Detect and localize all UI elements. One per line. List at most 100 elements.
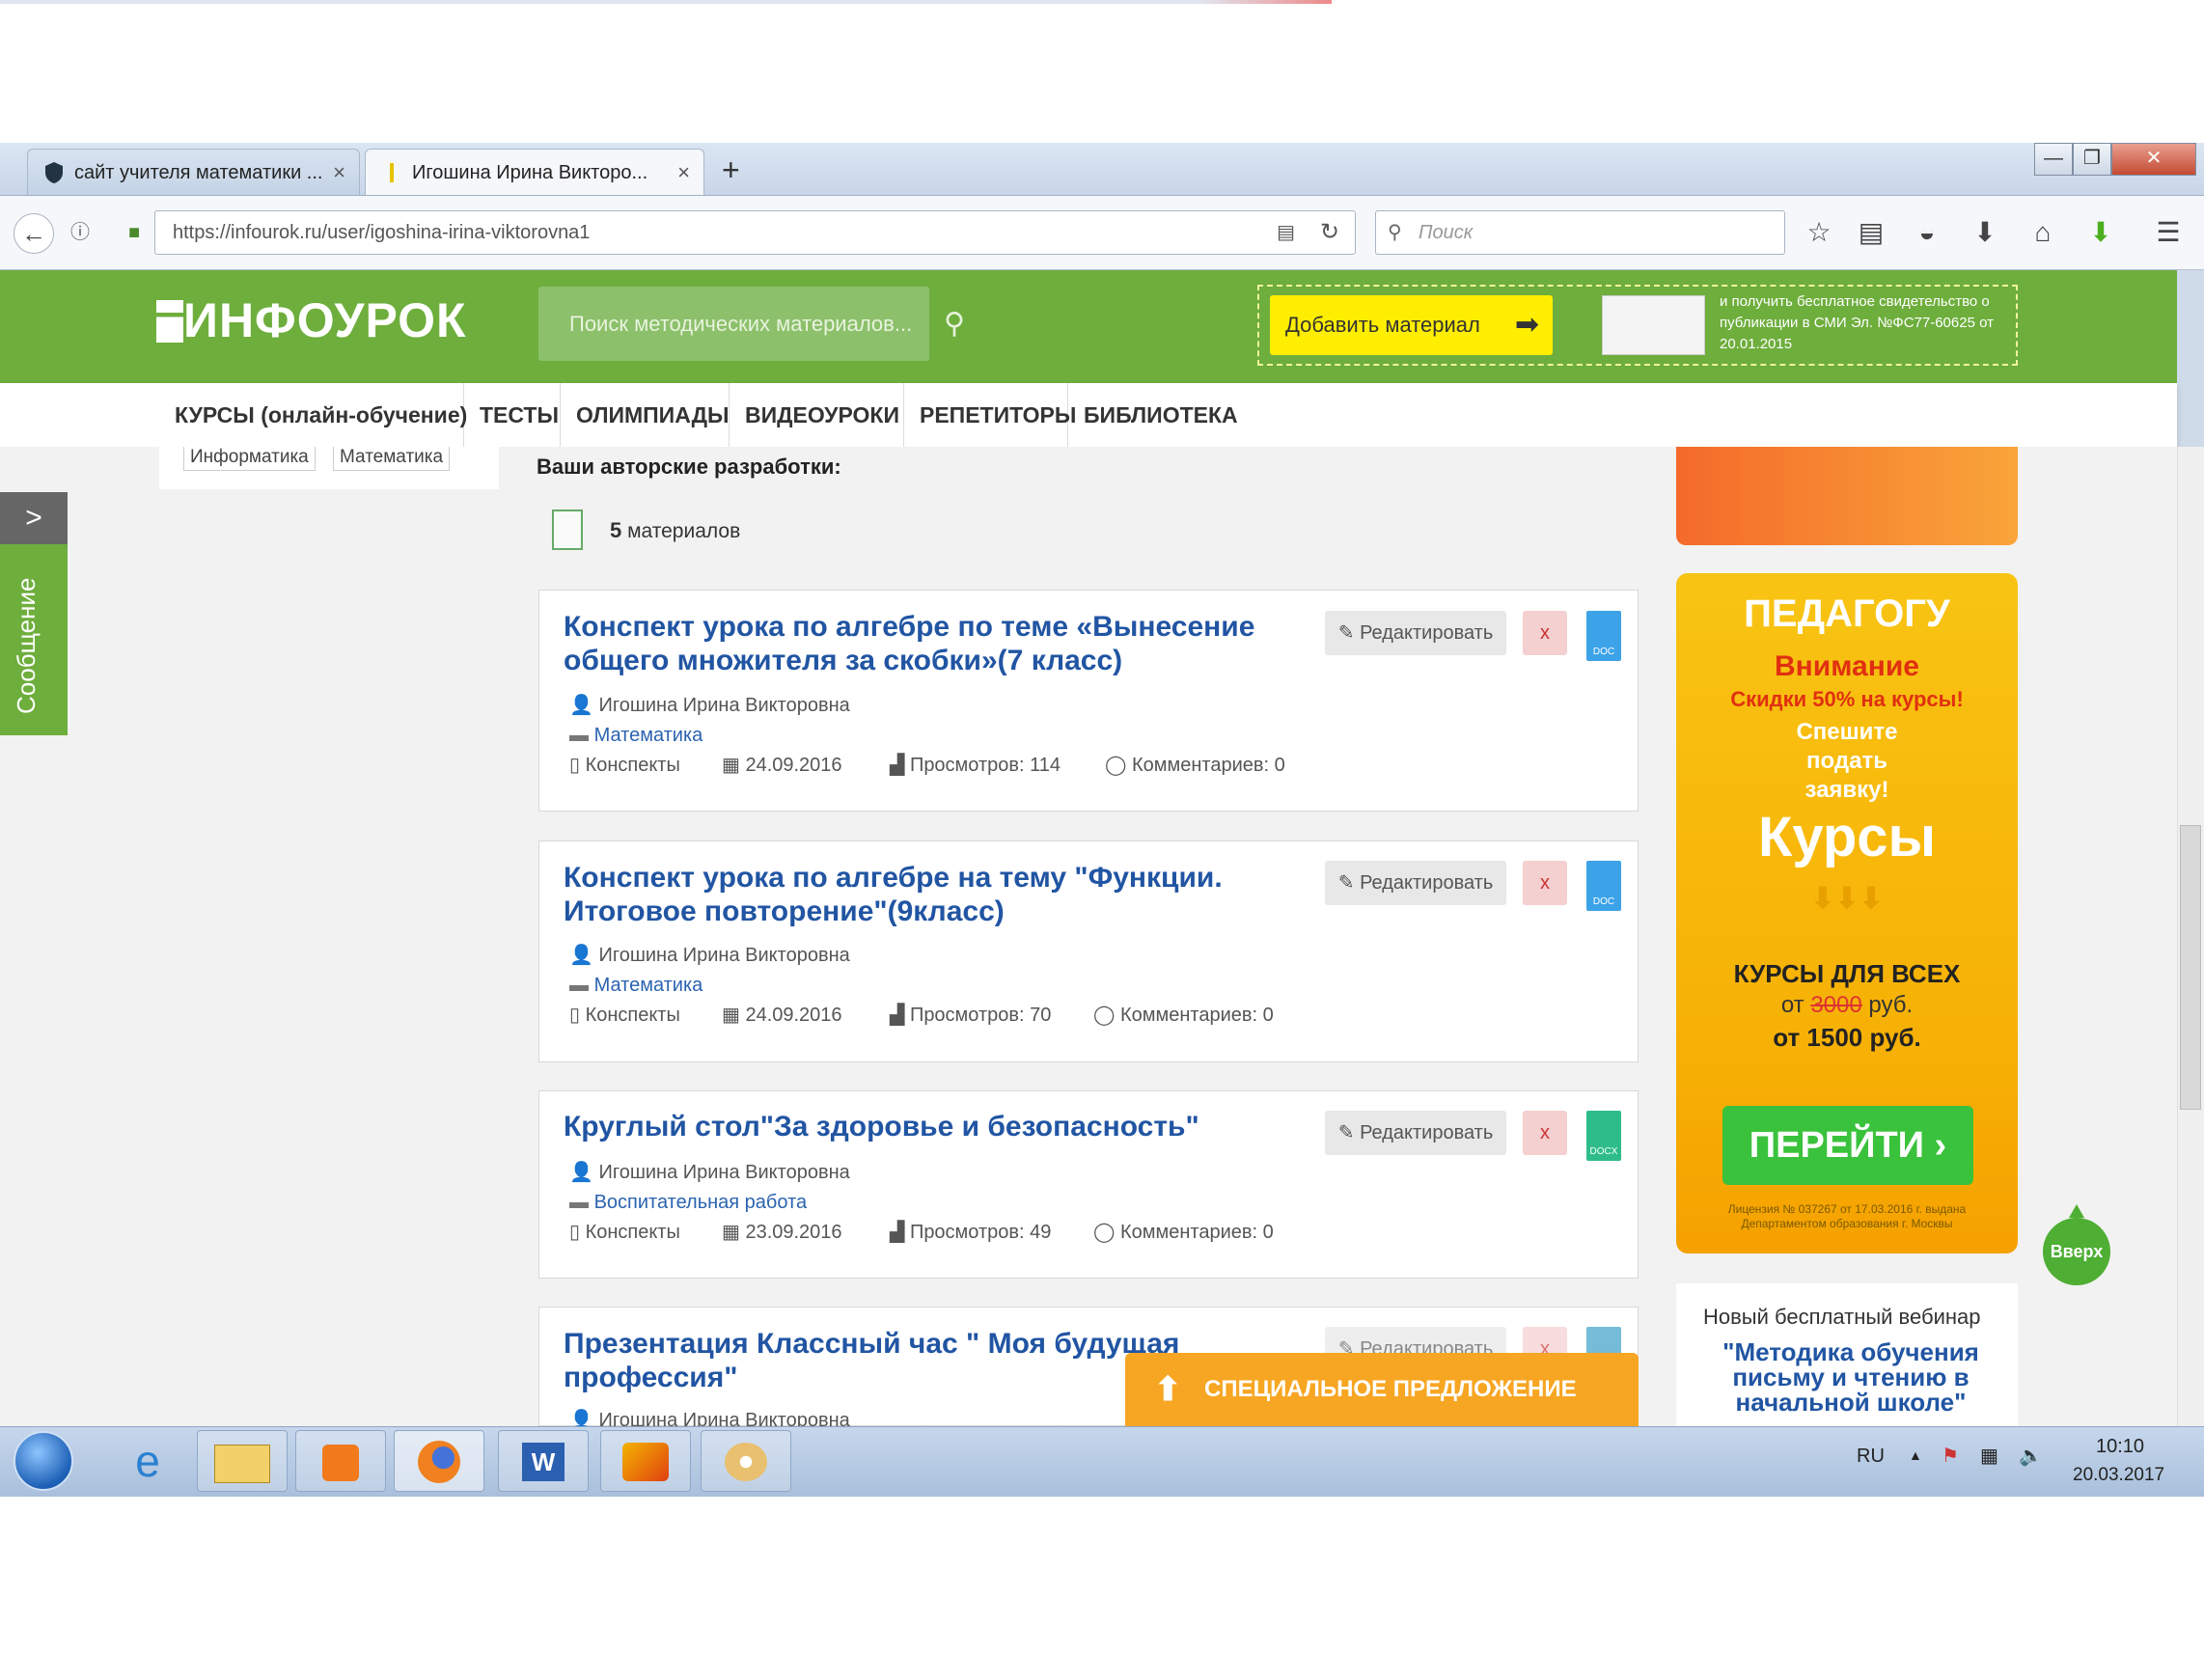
message-toggle-icon[interactable]: > [0,492,68,544]
top-ad-banner[interactable] [1676,447,2018,545]
menu-item-library[interactable]: БИБЛИОТЕКА [1068,383,1238,447]
arrow-up-icon: ⬆ [1154,1371,1182,1408]
search-icon: ⚲ [1388,222,1402,243]
downloads-icon[interactable]: ⬇ [1969,216,2001,249]
delete-button[interactable]: x [1523,611,1567,655]
comments-text: Комментариев: 0 [1119,1222,1274,1243]
special-offer-bar[interactable]: ⬆ СПЕЦИАЛЬНОЕ ПРЕДЛОЖЕНИЕ [1125,1353,1639,1426]
add-material-button[interactable]: Добавить материал ➡ [1270,295,1553,355]
close-window-button[interactable]: ✕ [2111,143,2196,176]
folder-icon: ▬ [569,1192,594,1213]
maximize-button[interactable]: ❐ [2073,143,2111,176]
date-text: 24.09.2016 [745,1005,842,1026]
delete-button[interactable]: x [1523,1111,1567,1155]
paint-icon[interactable] [701,1430,791,1492]
webinar-panel[interactable]: Новый бесплатный вебинар "Методика обуче… [1676,1283,2018,1426]
word-icon[interactable]: W [498,1430,589,1492]
docx-file-icon[interactable]: DOCX [1586,1111,1621,1161]
menu-item-olympiads[interactable]: ОЛИМПИАДЫ [561,383,730,447]
materials-count: 5 материалов [610,518,740,543]
edit-button[interactable]: ✎ Редактировать [1325,861,1506,905]
edit-button[interactable]: ✎ Редактировать [1325,611,1506,655]
chevron-right-icon: › [1934,1125,1947,1166]
up-triangle-icon [2069,1204,2084,1218]
material-comments: ◯ Комментариев: 0 [1105,753,1285,778]
material-date: ▦ 23.09.2016 [722,1220,842,1245]
certificate-thumbnail [1602,295,1705,355]
go-label: ПЕРЕЙТИ [1749,1125,1924,1166]
old-price-value: 3000 [1810,992,1862,1018]
minimize-button[interactable]: — [2034,143,2073,176]
doc-file-icon[interactable]: DOC [1586,611,1621,661]
explorer-icon[interactable] [197,1430,288,1492]
addon-download-icon[interactable]: ⬇ [2084,216,2117,249]
author-name: 👤 Игошина Ирина Викторовна [569,943,850,968]
menu-item-tests[interactable]: ТЕСТЫ [464,383,561,447]
material-title-link[interactable]: Круглый стол"За здоровье и безопасность" [564,1110,1297,1143]
material-title-link[interactable]: Конспект урока по алгебре на тему "Функц… [564,861,1297,928]
views-text: Просмотров: 70 [909,1005,1052,1026]
bookmarks-list-icon[interactable]: ▤ [1855,216,1887,249]
bookmark-star-icon[interactable]: ☆ [1803,216,1835,249]
browser-search-input[interactable]: ⚲ Поиск [1375,210,1785,255]
user-icon: 👤 [569,1410,599,1426]
menu-item-tutors[interactable]: РЕПЕТИТОРЫ [904,383,1076,447]
subject-link[interactable]: ▬ Математика [569,723,703,748]
firefox-icon[interactable] [394,1430,484,1492]
reload-icon[interactable]: ↻ [1320,211,1339,254]
webinar-title[interactable]: "Методика обучения письму и чтению в нач… [1711,1339,1991,1415]
network-icon[interactable]: ▦ [1980,1444,1998,1468]
volume-icon[interactable]: 🔈 [2019,1444,2043,1468]
pocket-icon[interactable]: ◒ [1911,216,1943,249]
url-bar[interactable]: ⓘ ■ https://infourok.ru/user/igoshina-ir… [70,210,1356,255]
ie-icon[interactable]: e [102,1430,193,1492]
site-search-input[interactable]: Поиск методических материалов... [538,287,929,361]
tab-profile[interactable]: Игошина Ирина Викторо... × [365,149,704,195]
show-hidden-icons[interactable]: ▲ [1909,1447,1922,1463]
edit-label: Редактировать [1360,622,1494,644]
author-text: Игошина Ирина Викторовна [598,1410,850,1426]
action-center-icon[interactable]: ⚑ [1942,1444,1959,1468]
subject-link[interactable]: ▬ Математика [569,973,703,998]
language-indicator[interactable]: RU [1857,1446,1885,1468]
new-tab-button[interactable]: + [722,152,740,188]
app-icon[interactable] [600,1430,691,1492]
edit-button[interactable]: ✎ Редактировать [1325,1111,1506,1155]
start-button[interactable] [14,1431,73,1491]
doc-file-icon[interactable]: DOC [1586,861,1621,911]
ad-hurry: Спешите подать заявку! [1796,719,1898,803]
material-title-link[interactable]: Презентация Классный час " Моя будущая п… [564,1327,1181,1394]
reader-view-icon[interactable]: ▤ [1277,211,1295,254]
scroll-up-button[interactable]: Вверх [2043,1204,2110,1299]
clock-date[interactable]: 20.03.2017 [2073,1465,2164,1486]
material-title-link[interactable]: Конспект урока по алгебре по теме «Вынес… [564,610,1297,677]
material-type: ▯ Конспекты [569,1220,680,1245]
menu-icon[interactable]: ☰ [2152,216,2185,249]
menu-item-videolessons[interactable]: ВИДЕОУРОКИ [730,383,904,447]
close-tab-icon[interactable]: × [677,150,690,195]
ad-attention: Внимание [1775,650,1919,682]
home-icon[interactable]: ⌂ [2026,216,2059,249]
tag-math[interactable]: Математика [333,447,451,471]
comment-icon: ◯ [1093,1005,1120,1026]
logo-mark-icon [156,300,183,343]
info-icon[interactable]: ⓘ [70,211,90,254]
calendar-icon: ▦ [722,1005,746,1026]
tag-informatics[interactable]: Информатика [183,447,316,471]
user-icon: 👤 [569,695,599,716]
comment-icon: ◯ [1105,755,1132,776]
site-logo[interactable]: ИНФОУРОК [156,292,467,348]
menu-item-courses[interactable]: КУРСЫ (онлайн-обучение) [159,383,467,447]
subject-link[interactable]: ▬ Воспитательная работа [569,1190,807,1215]
close-tab-icon[interactable]: × [333,150,345,195]
type-text: Конспекты [585,755,680,776]
edit-label: Редактировать [1360,1122,1494,1143]
delete-button[interactable]: x [1523,861,1567,905]
site-search-icon[interactable]: ⚲ [944,307,965,341]
back-icon[interactable]: ← [14,213,54,254]
scrollbar-thumb[interactable] [2180,825,2201,1110]
clock-time[interactable]: 10:10 [2096,1436,2144,1458]
tab-math-site[interactable]: сайт учителя математики ... × [27,149,360,195]
go-button[interactable]: ПЕРЕЙТИ › [1722,1106,1973,1185]
media-player-icon[interactable] [295,1430,386,1492]
